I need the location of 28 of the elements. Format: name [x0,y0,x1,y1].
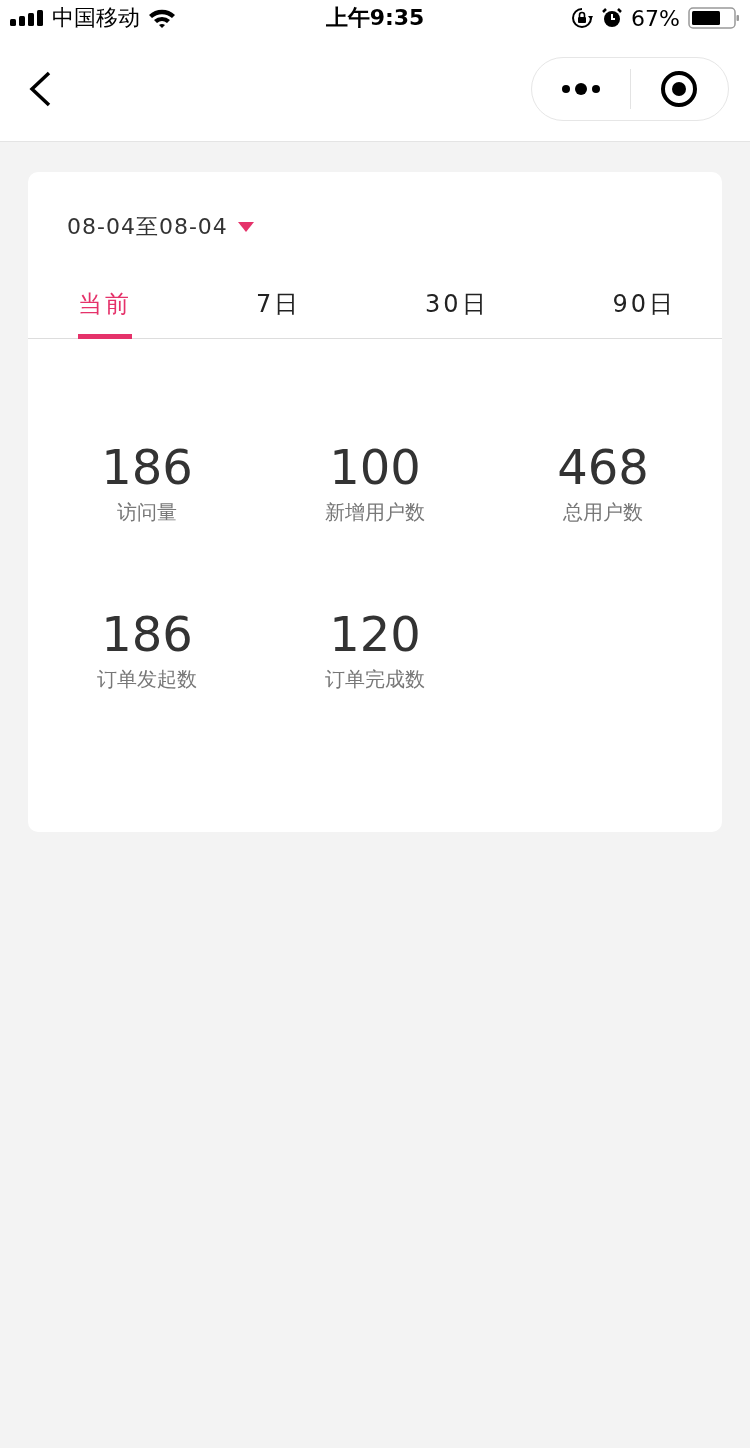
stat-label: 总用户数 [563,499,643,526]
stat-label: 订单发起数 [97,666,197,693]
clock-time: 上午9:35 [325,4,425,32]
date-range-picker[interactable]: 08-04至08-04 [67,212,254,242]
rotation-lock-icon [571,7,594,29]
stat-label: 访问量 [117,499,177,526]
alarm-icon [601,7,624,29]
caret-icon [237,222,254,232]
tab[interactable]: 90日 [612,288,676,339]
stat-value: 468 [557,439,649,495]
wifi-icon [148,8,176,28]
stat-value: 186 [101,606,193,662]
stat-value: 120 [329,606,421,662]
stat-value: 186 [101,439,193,495]
tab[interactable]: 30日 [425,288,489,339]
battery-percent: 67% [631,5,680,31]
stat-label: 新增用户数 [325,499,425,526]
target-icon [660,69,699,108]
carrier-name: 中国移动 [52,4,140,32]
more-icon [560,82,601,95]
stat-value: 100 [329,439,421,495]
signal-icon [10,10,44,26]
tab[interactable]: 当前 [78,288,132,339]
back-icon [28,70,52,107]
stat-label: 订单完成数 [325,666,425,693]
back-button[interactable] [28,70,52,107]
tab[interactable]: 7日 [255,288,302,339]
battery-icon [688,7,740,29]
